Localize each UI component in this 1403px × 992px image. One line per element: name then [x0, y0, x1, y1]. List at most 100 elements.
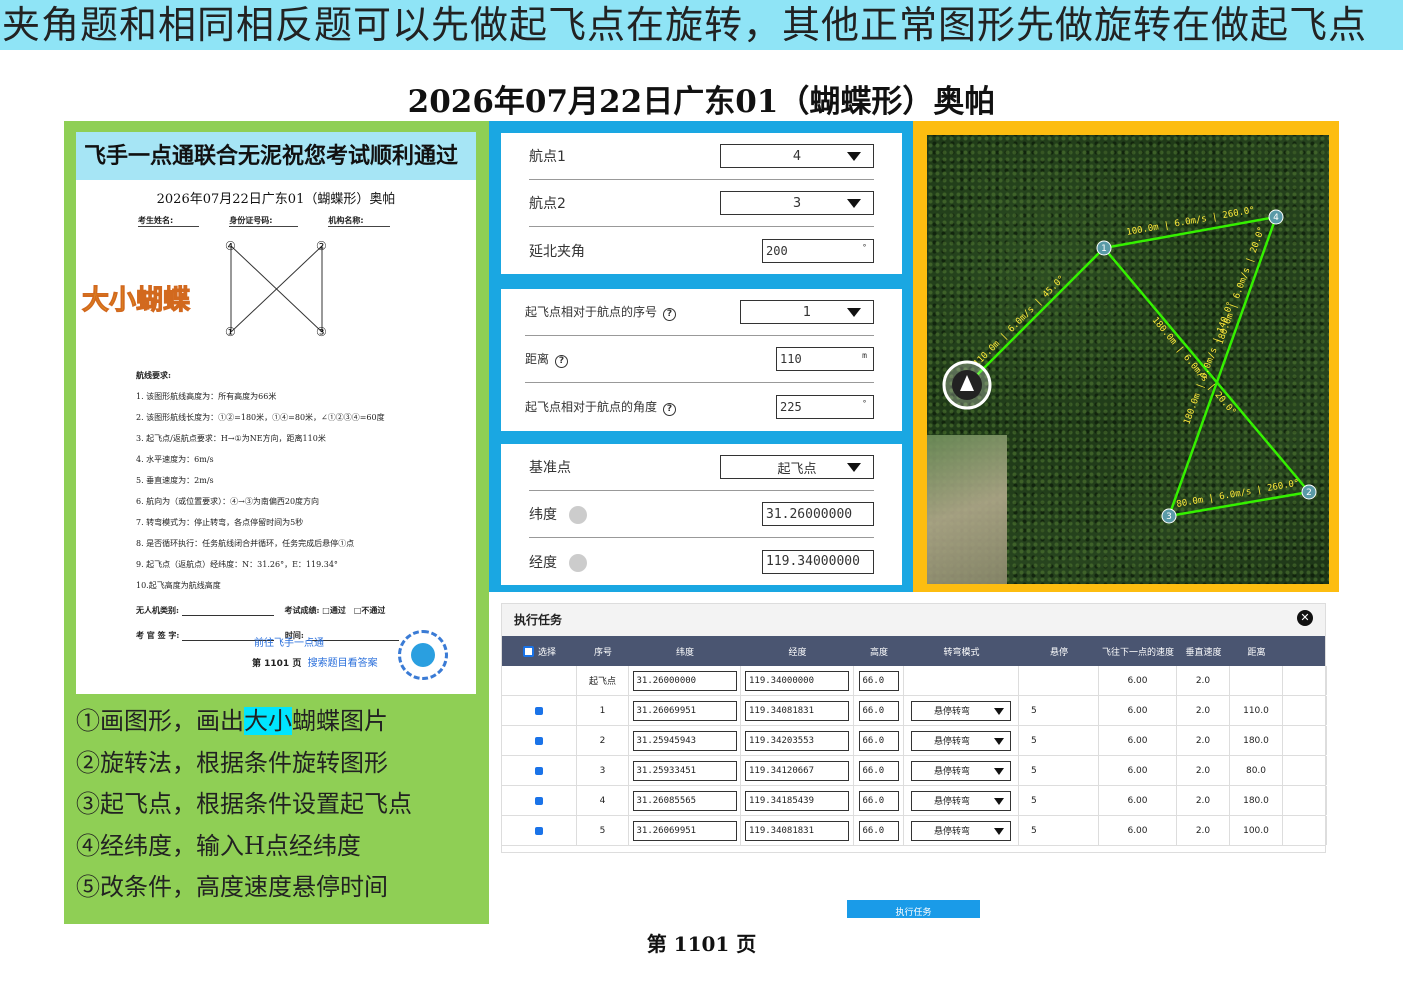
latitude-input[interactable]: 31.26000000: [762, 502, 874, 526]
qr-code-icon[interactable]: [398, 630, 448, 680]
step-4: ④经纬度，输入H点经纬度: [76, 831, 361, 860]
speed-cell[interactable]: 6.00: [1099, 726, 1177, 755]
help-icon[interactable]: ?: [663, 308, 677, 321]
score-label: 考试成绩:: [284, 605, 320, 615]
lat-input[interactable]: 31.25933451: [632, 760, 737, 781]
chevron-down-icon: [847, 463, 861, 472]
alt-input[interactable]: 66.0: [858, 700, 899, 721]
waypoint1-select[interactable]: 4: [720, 144, 874, 168]
vspeed-cell[interactable]: 2.0: [1177, 726, 1230, 755]
waypoint1-row: 航点1 4: [529, 133, 874, 180]
takeoff-angle-input[interactable]: 225 °: [776, 394, 874, 419]
turn-mode-select[interactable]: 悬停转弯: [911, 760, 1011, 781]
lon-input[interactable]: 119.34000000: [745, 670, 849, 691]
dist-cell: 80.0: [1230, 756, 1283, 785]
hover-cell[interactable]: 5: [1019, 756, 1099, 785]
execute-task-button[interactable]: 执行任务: [847, 900, 980, 918]
vspeed-cell[interactable]: 2.0: [1177, 666, 1230, 695]
longitude-input[interactable]: 119.34000000: [762, 549, 874, 574]
vspeed-cell[interactable]: 2.0: [1177, 696, 1230, 725]
vspeed-cell[interactable]: 2.0: [1177, 786, 1230, 815]
lat-input[interactable]: 31.26085565: [632, 790, 737, 811]
row-checkbox[interactable]: [535, 706, 543, 715]
turn-mode-select[interactable]: 悬停转弯: [911, 820, 1011, 841]
alt-input[interactable]: 66.0: [858, 760, 899, 781]
satellite-map[interactable]: 100.0m | 6.0m/s | 260.0° 180.0m | 6.0m/s…: [927, 135, 1329, 584]
step-1: ①画图形，画出大小蝴蝶图片: [76, 707, 388, 735]
waypoint2-label: 航点2: [529, 196, 566, 212]
seq-cell: 2: [577, 726, 629, 755]
hover-cell[interactable]: 5: [1019, 786, 1099, 815]
select-all-checkbox[interactable]: [522, 645, 534, 657]
turn-mode-select[interactable]: 悬停转弯: [911, 730, 1011, 751]
waypoint2-select[interactable]: 3: [720, 191, 874, 215]
paper-page-number: 第 1101 页 搜索题目看答案: [252, 658, 378, 669]
requirement-item: 2. 该图形航线长度为：①②=180米，①④=80米，∠①②③④=60度: [136, 413, 385, 422]
distance-input[interactable]: 110 m: [776, 347, 874, 371]
header-select: 选择: [537, 647, 556, 658]
lon-input[interactable]: 119.34081831: [745, 700, 849, 721]
highlight: 大小: [244, 707, 292, 735]
help-icon[interactable]: ?: [555, 355, 569, 368]
route-overlay: 100.0m | 6.0m/s | 260.0° 180.0m | 6.0m/s…: [942, 206, 1317, 524]
latitude-label: 纬度: [529, 504, 587, 524]
dist-cell: [1230, 666, 1283, 695]
chevron-down-icon: [847, 152, 861, 161]
help-icon[interactable]: ?: [663, 402, 677, 416]
turn-mode-select[interactable]: 悬停转弯: [911, 790, 1011, 811]
takeoff-box: 起飞点相对于航点的序号? 1 距离? 110 m 起飞点相对于航点的角度? 225…: [501, 289, 902, 431]
hover-cell[interactable]: 5: [1019, 696, 1099, 725]
speed-cell[interactable]: 6.00: [1099, 666, 1177, 695]
edge-label: 180.0m | 6.0m/s | 20.0°: [1215, 225, 1267, 346]
examiner-label: 考 官 签 字:: [136, 630, 180, 640]
lon-input[interactable]: 119.34203553: [745, 730, 849, 751]
alt-input[interactable]: 66.0: [858, 820, 899, 841]
requirement-item: 4. 水平速度为：6m/s: [136, 455, 214, 464]
step-3: ③起飞点，根据条件设置起飞点: [76, 790, 412, 818]
base-point-label: 基准点: [529, 460, 571, 476]
alt-input[interactable]: 66.0: [858, 730, 899, 751]
select-cell: [502, 756, 577, 785]
requirement-item: 6. 航向为（或位置要求）：④→③为南偏西20度方向: [136, 497, 320, 506]
close-icon[interactable]: ✕: [1297, 610, 1313, 626]
vspeed-cell[interactable]: 2.0: [1177, 816, 1230, 845]
hover-cell[interactable]: 5: [1019, 816, 1099, 845]
header-lat: 纬度: [675, 647, 694, 658]
turn-mode-select[interactable]: 悬停转弯: [911, 700, 1011, 721]
lon-input[interactable]: 119.34120667: [745, 760, 849, 781]
hover-cell[interactable]: [1019, 666, 1099, 695]
chevron-down-icon: [847, 199, 861, 208]
speed-cell[interactable]: 6.00: [1099, 816, 1177, 845]
requirement-item: 7. 转弯模式为：停止转弯，各点停留时间为5秒: [136, 518, 304, 527]
table-header: 选择 序号 纬度 经度 高度 转弯模式 悬停 飞往下一点的速度 垂直速度 距离: [502, 636, 1325, 666]
top-banner: 夹角题和相同相反题可以先做起飞点在旋转，其他正常图形先做旋转在做起飞点: [0, 0, 1403, 50]
row-checkbox[interactable]: [535, 736, 543, 745]
alt-input[interactable]: 66.0: [858, 790, 899, 811]
speed-cell[interactable]: 6.00: [1099, 786, 1177, 815]
speed-cell[interactable]: 6.00: [1099, 756, 1177, 785]
vspeed-cell[interactable]: 2.0: [1177, 756, 1230, 785]
select-cell: [502, 696, 577, 725]
north-angle-input[interactable]: 200 °: [762, 238, 874, 263]
task-header: 执行任务 ✕: [502, 604, 1325, 636]
row-checkbox[interactable]: [535, 766, 543, 775]
base-point-select[interactable]: 起飞点: [720, 455, 874, 479]
paper-banner: 飞手一点通联合无泥祝您考试顺利通过: [76, 132, 476, 180]
lon-input[interactable]: 119.34185439: [745, 790, 849, 811]
requirement-item: 9. 起飞点（返航点）经纬度：N：31.26°，E：119.34°: [136, 560, 338, 569]
lon-input[interactable]: 119.34081831: [745, 820, 849, 841]
takeoff-seq-select[interactable]: 1: [740, 300, 874, 324]
alt-input[interactable]: 66.0: [858, 670, 899, 691]
row-checkbox[interactable]: [535, 796, 543, 805]
hover-cell[interactable]: 5: [1019, 726, 1099, 755]
exam-paper: 飞手一点通联合无泥祝您考试顺利通过 2026年07月22日广东01（蝴蝶形）奥帕…: [76, 132, 476, 694]
lat-input[interactable]: 31.25945943: [632, 730, 737, 751]
lat-input[interactable]: 31.26069951: [632, 820, 737, 841]
speed-cell[interactable]: 6.00: [1099, 696, 1177, 725]
lat-input[interactable]: 31.26000000: [632, 670, 737, 691]
lat-input[interactable]: 31.26069951: [632, 700, 737, 721]
pass-options: □通过 □不通过: [322, 605, 386, 615]
requirement-item: 3. 起飞点/返航点要求：H→①为NE方向，距离110米: [136, 434, 326, 443]
row-checkbox[interactable]: [535, 826, 543, 835]
latitude-row: 纬度 31.26000000: [529, 491, 874, 538]
